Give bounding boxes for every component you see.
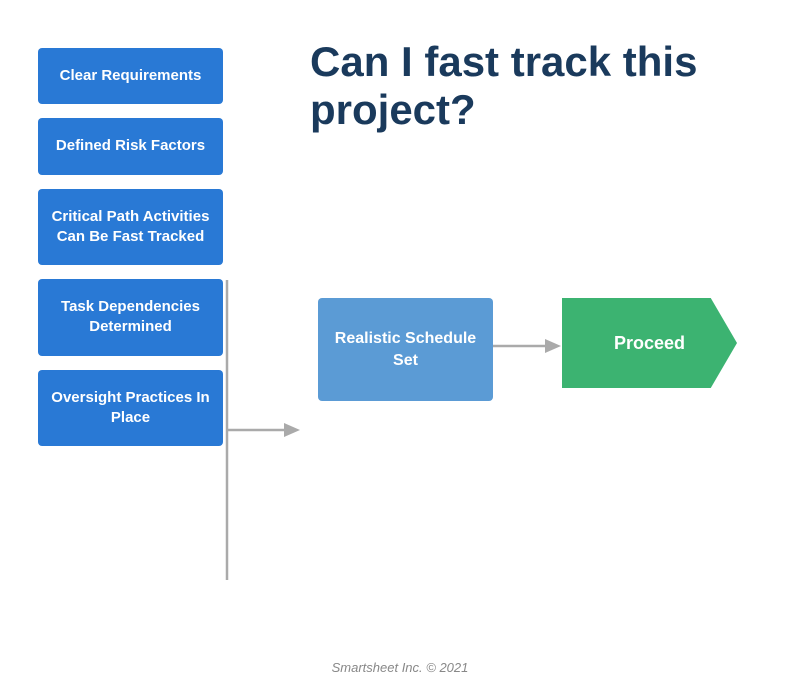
proceed-box: Proceed xyxy=(562,298,737,388)
box-defined-risk: Defined Risk Factors xyxy=(38,118,223,174)
box-critical-path: Critical Path Activities Can Be Fast Tra… xyxy=(38,189,223,266)
bracket-connector xyxy=(222,270,302,590)
diagram-container: Can I fast track this project? Clear Req… xyxy=(0,0,800,693)
page-title: Can I fast track this project? xyxy=(310,38,740,135)
box-oversight: Oversight Practices In Place xyxy=(38,370,223,447)
arrow-middle-to-proceed xyxy=(493,335,565,357)
footer-text: Smartsheet Inc. © 2021 xyxy=(0,660,800,675)
box-task-dependencies: Task Dependencies Determined xyxy=(38,279,223,356)
middle-box-realistic-schedule: Realistic Schedule Set xyxy=(318,298,493,401)
left-column: Clear Requirements Defined Risk Factors … xyxy=(38,48,223,446)
box-clear-requirements: Clear Requirements xyxy=(38,48,223,104)
